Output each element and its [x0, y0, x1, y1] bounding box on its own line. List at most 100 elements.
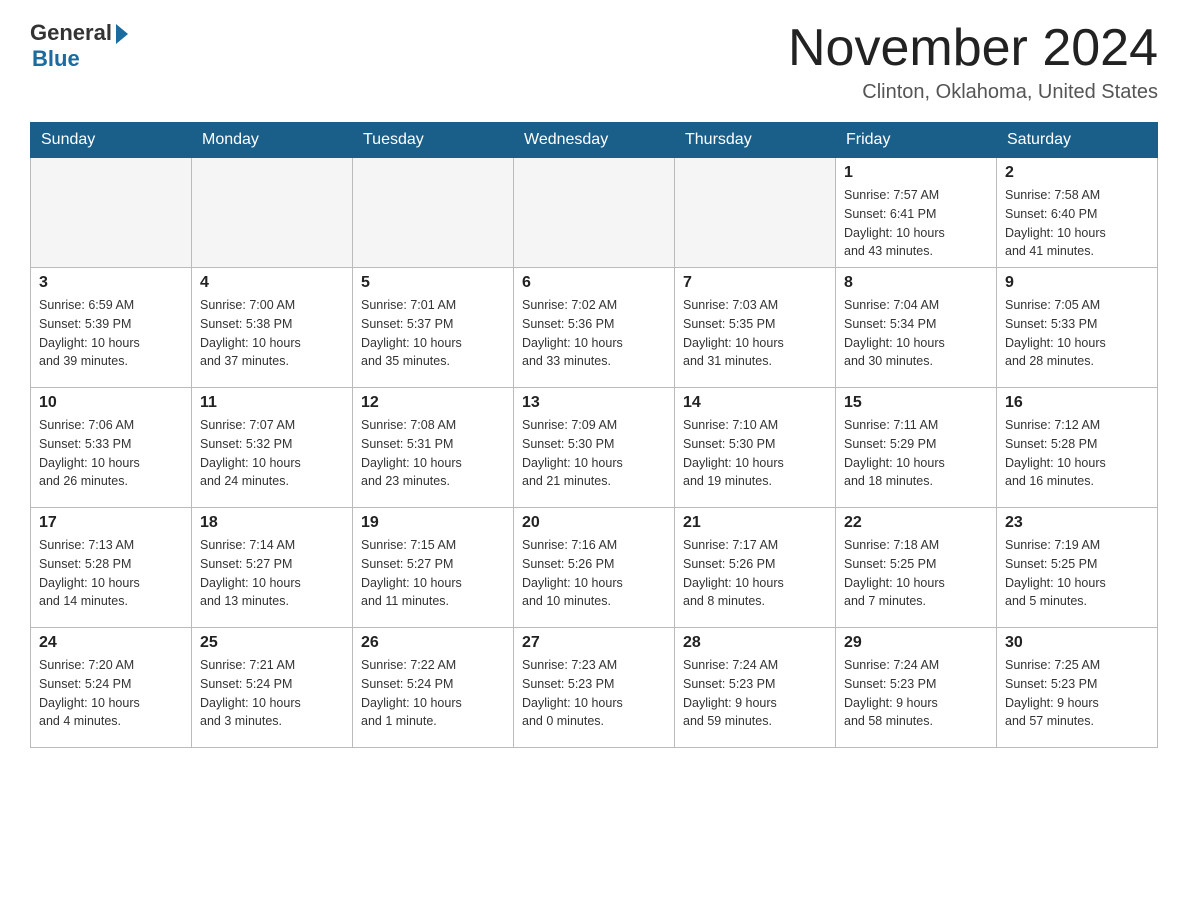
day-info: Sunrise: 7:03 AM Sunset: 5:35 PM Dayligh…: [683, 296, 827, 371]
day-number: 16: [1005, 394, 1149, 412]
day-info: Sunrise: 7:24 AM Sunset: 5:23 PM Dayligh…: [844, 656, 988, 731]
table-row: 15Sunrise: 7:11 AM Sunset: 5:29 PM Dayli…: [836, 388, 997, 508]
day-number: 13: [522, 394, 666, 412]
day-info: Sunrise: 7:08 AM Sunset: 5:31 PM Dayligh…: [361, 416, 505, 491]
table-row: 18 Sunrise: 7:14 AM Sunset: 5:27 PM Dayli…: [192, 508, 353, 628]
day-number: 20: [522, 514, 666, 532]
header-friday: Friday: [836, 123, 997, 158]
day-info: Sunrise: 7:15 AM Sunset: 5:27 PM Dayligh…: [361, 536, 505, 611]
header-row: SundayMondayTuesdayWednesdayThursdayFrid…: [31, 123, 1158, 158]
table-row: 14 Sunrise: 7:10 AM Sunset: 5:30 PM Dayli…: [675, 388, 836, 508]
day-number: 25: [200, 634, 344, 652]
table-row: 2 Sunrise: 7:58 AM Sunset: 6:40 PM Daylig…: [997, 158, 1158, 268]
day-info: Sunrise: 7:12 AM Sunset: 5:28 PM Dayligh…: [1005, 416, 1149, 491]
day-info: Sunrise: 7:05 AM Sunset: 5:33 PM Dayligh…: [1005, 296, 1149, 371]
table-row: 5 Sunrise: 7:01 AM Sunset: 5:37 PM Daylig…: [353, 268, 514, 388]
table-row: 6 Sunrise: 7:02 AM Sunset: 5:36 PM Daylig…: [514, 268, 675, 388]
week-row-4: 24Sunrise: 7:20 AM Sunset: 5:24 PM Dayli…: [31, 628, 1158, 748]
month-title: November 2024: [788, 20, 1158, 77]
day-info: Sunrise: 7:23 AM Sunset: 5:23 PM Dayligh…: [522, 656, 666, 731]
day-number: 5: [361, 274, 505, 292]
day-number: 28: [683, 634, 827, 652]
day-info: Sunrise: 7:20 AM Sunset: 5:24 PM Dayligh…: [39, 656, 183, 731]
table-row: 9 Sunrise: 7:05 AM Sunset: 5:33 PM Daylig…: [997, 268, 1158, 388]
table-row: 1Sunrise: 7:57 AM Sunset: 6:41 PM Daylig…: [836, 158, 997, 268]
day-number: 18: [200, 514, 344, 532]
day-info: Sunrise: 7:02 AM Sunset: 5:36 PM Dayligh…: [522, 296, 666, 371]
day-info: Sunrise: 7:13 AM Sunset: 5:28 PM Dayligh…: [39, 536, 183, 611]
day-number: 27: [522, 634, 666, 652]
table-row: [353, 158, 514, 268]
table-row: 10Sunrise: 7:06 AM Sunset: 5:33 PM Dayli…: [31, 388, 192, 508]
logo-arrow-icon: [116, 24, 128, 44]
table-row: [31, 158, 192, 268]
table-row: 24Sunrise: 7:20 AM Sunset: 5:24 PM Dayli…: [31, 628, 192, 748]
table-row: 22Sunrise: 7:18 AM Sunset: 5:25 PM Dayli…: [836, 508, 997, 628]
header-wednesday: Wednesday: [514, 123, 675, 158]
day-number: 15: [844, 394, 988, 412]
day-number: 4: [200, 274, 344, 292]
table-row: 20Sunrise: 7:16 AM Sunset: 5:26 PM Dayli…: [514, 508, 675, 628]
header-monday: Monday: [192, 123, 353, 158]
day-number: 26: [361, 634, 505, 652]
day-info: Sunrise: 7:00 AM Sunset: 5:38 PM Dayligh…: [200, 296, 344, 371]
day-number: 3: [39, 274, 183, 292]
table-row: 4 Sunrise: 7:00 AM Sunset: 5:38 PM Daylig…: [192, 268, 353, 388]
table-row: 11 Sunrise: 7:07 AM Sunset: 5:32 PM Dayli…: [192, 388, 353, 508]
day-number: 22: [844, 514, 988, 532]
header-thursday: Thursday: [675, 123, 836, 158]
day-number: 12: [361, 394, 505, 412]
table-row: 13Sunrise: 7:09 AM Sunset: 5:30 PM Dayli…: [514, 388, 675, 508]
title-block: November 2024 Clinton, Oklahoma, United …: [788, 20, 1158, 104]
location-title: Clinton, Oklahoma, United States: [788, 81, 1158, 104]
table-row: 7Sunrise: 7:03 AM Sunset: 5:35 PM Daylig…: [675, 268, 836, 388]
day-number: 2: [1005, 164, 1149, 182]
page-header: General Blue November 2024 Clinton, Okla…: [30, 20, 1158, 104]
table-row: 27 Sunrise: 7:23 AM Sunset: 5:23 PM Dayli…: [514, 628, 675, 748]
day-number: 21: [683, 514, 827, 532]
header-sunday: Sunday: [31, 123, 192, 158]
day-number: 8: [844, 274, 988, 292]
table-row: 3 Sunrise: 6:59 AM Sunset: 5:39 PM Daylig…: [31, 268, 192, 388]
table-row: 29Sunrise: 7:24 AM Sunset: 5:23 PM Dayli…: [836, 628, 997, 748]
day-info: Sunrise: 7:07 AM Sunset: 5:32 PM Dayligh…: [200, 416, 344, 491]
table-row: 28 Sunrise: 7:24 AM Sunset: 5:23 PM Dayli…: [675, 628, 836, 748]
day-number: 23: [1005, 514, 1149, 532]
day-number: 11: [200, 394, 344, 412]
table-row: 16 Sunrise: 7:12 AM Sunset: 5:28 PM Dayli…: [997, 388, 1158, 508]
table-row: 17 Sunrise: 7:13 AM Sunset: 5:28 PM Dayli…: [31, 508, 192, 628]
day-number: 19: [361, 514, 505, 532]
table-row: 8 Sunrise: 7:04 AM Sunset: 5:34 PM Daylig…: [836, 268, 997, 388]
day-info: Sunrise: 7:58 AM Sunset: 6:40 PM Dayligh…: [1005, 186, 1149, 261]
day-info: Sunrise: 7:25 AM Sunset: 5:23 PM Dayligh…: [1005, 656, 1149, 731]
day-info: Sunrise: 7:10 AM Sunset: 5:30 PM Dayligh…: [683, 416, 827, 491]
day-number: 10: [39, 394, 183, 412]
table-row: 12 Sunrise: 7:08 AM Sunset: 5:31 PM Dayli…: [353, 388, 514, 508]
table-row: 30 Sunrise: 7:25 AM Sunset: 5:23 PM Dayli…: [997, 628, 1158, 748]
header-saturday: Saturday: [997, 123, 1158, 158]
day-number: 14: [683, 394, 827, 412]
table-row: [192, 158, 353, 268]
logo-blue-text: Blue: [32, 46, 80, 72]
day-number: 17: [39, 514, 183, 532]
day-info: Sunrise: 7:19 AM Sunset: 5:25 PM Dayligh…: [1005, 536, 1149, 611]
header-tuesday: Tuesday: [353, 123, 514, 158]
day-info: Sunrise: 6:59 AM Sunset: 5:39 PM Dayligh…: [39, 296, 183, 371]
logo-general-text: General: [30, 20, 112, 46]
table-row: 26 Sunrise: 7:22 AM Sunset: 5:24 PM Dayli…: [353, 628, 514, 748]
day-info: Sunrise: 7:01 AM Sunset: 5:37 PM Dayligh…: [361, 296, 505, 371]
table-row: 21 Sunrise: 7:17 AM Sunset: 5:26 PM Dayli…: [675, 508, 836, 628]
day-number: 6: [522, 274, 666, 292]
week-row-2: 10Sunrise: 7:06 AM Sunset: 5:33 PM Dayli…: [31, 388, 1158, 508]
day-info: Sunrise: 7:14 AM Sunset: 5:27 PM Dayligh…: [200, 536, 344, 611]
day-info: Sunrise: 7:24 AM Sunset: 5:23 PM Dayligh…: [683, 656, 827, 731]
week-row-0: 1Sunrise: 7:57 AM Sunset: 6:41 PM Daylig…: [31, 158, 1158, 268]
day-info: Sunrise: 7:22 AM Sunset: 5:24 PM Dayligh…: [361, 656, 505, 731]
day-info: Sunrise: 7:04 AM Sunset: 5:34 PM Dayligh…: [844, 296, 988, 371]
day-number: 9: [1005, 274, 1149, 292]
calendar-table: SundayMondayTuesdayWednesdayThursdayFrid…: [30, 122, 1158, 748]
day-number: 30: [1005, 634, 1149, 652]
day-info: Sunrise: 7:17 AM Sunset: 5:26 PM Dayligh…: [683, 536, 827, 611]
day-info: Sunrise: 7:21 AM Sunset: 5:24 PM Dayligh…: [200, 656, 344, 731]
table-row: 25 Sunrise: 7:21 AM Sunset: 5:24 PM Dayli…: [192, 628, 353, 748]
